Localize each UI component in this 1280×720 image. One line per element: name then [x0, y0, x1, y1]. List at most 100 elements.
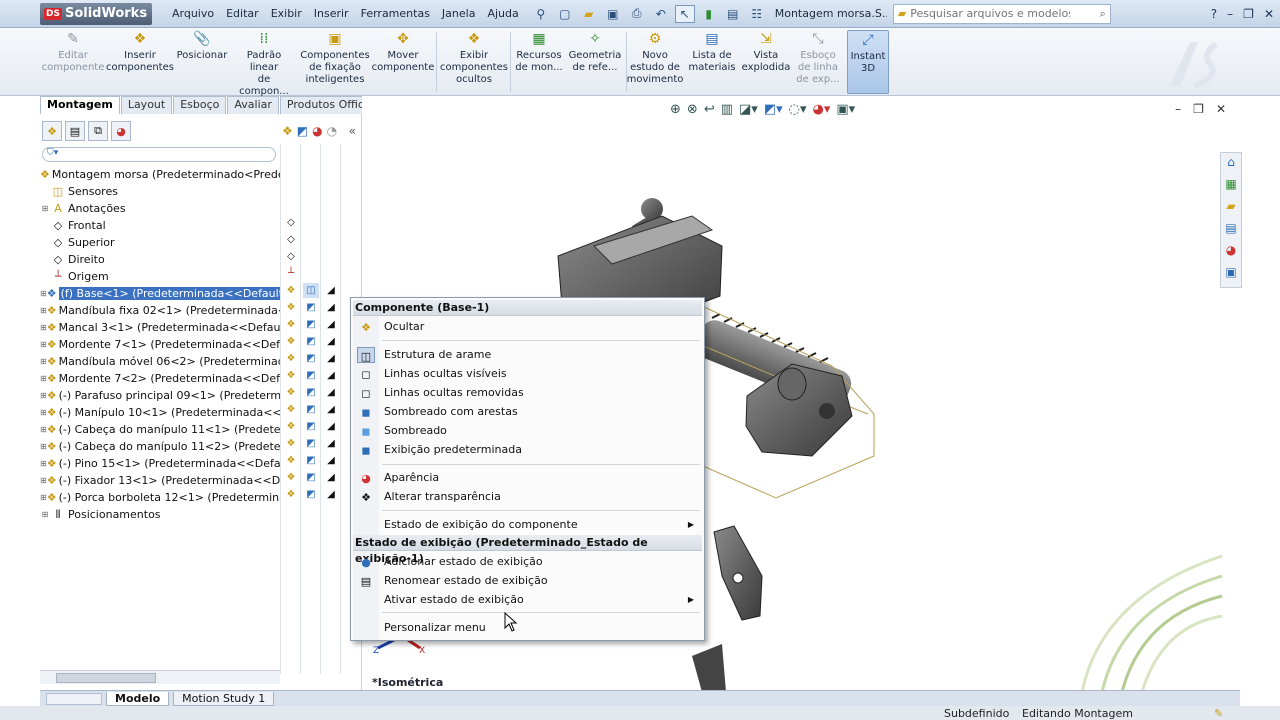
show-component-icon[interactable]: ❖	[283, 283, 299, 298]
tab-navigation-arrows[interactable]	[46, 692, 102, 705]
appearance-swatch-icon[interactable]: ◢	[323, 300, 339, 315]
shaded-mode-icon[interactable]: ◩	[303, 402, 319, 417]
expand-icon[interactable]: ⊞	[40, 204, 50, 213]
view-palette-icon[interactable]: ▤	[1221, 221, 1241, 241]
tab-modelo[interactable]: Modelo	[106, 691, 170, 706]
appearance-swatch-icon[interactable]: ◢	[323, 487, 339, 502]
menu-item-wireframe[interactable]: ◫ Estrutura de arame	[353, 346, 702, 364]
show-component-icon[interactable]: ❖	[283, 470, 299, 485]
appearance-swatch-icon[interactable]: ◢	[323, 453, 339, 468]
menu-janela[interactable]: Janela	[436, 7, 482, 20]
shaded-mode-icon[interactable]: ◩	[303, 453, 319, 468]
shaded-mode-icon[interactable]: ◩	[303, 300, 319, 315]
menu-item-activate-display-state[interactable]: Ativar estado de exibição ▶	[353, 591, 702, 609]
reference-geometry-button[interactable]: ✧ Geometria de refe...	[568, 30, 622, 94]
tree-item-component[interactable]: ⊞ ❖ Mordente 7<1> (Predeterminada<<Defa	[40, 336, 280, 353]
smart-fasteners-button[interactable]: ▣ Componentes de fixação inteligentes	[300, 30, 370, 94]
menu-item-default-display[interactable]: ◼ Exibição predeterminada	[353, 441, 702, 459]
show-component-icon[interactable]: ❖	[283, 385, 299, 400]
close-icon[interactable]: ✕	[1264, 7, 1274, 21]
assembly-features-button[interactable]: ▦ Recursos de mon...	[512, 30, 566, 94]
expand-icon[interactable]: ⊞	[40, 408, 47, 417]
custom-properties-icon[interactable]: ▣	[1221, 265, 1241, 285]
expand-icon[interactable]: ⊞	[40, 510, 50, 519]
search-icon[interactable]: ⌕	[1100, 7, 1106, 21]
tree-item-posicionamentos[interactable]: ⊞ ⫴ Posicionamentos	[40, 506, 280, 523]
appearances-icon[interactable]: ◕	[1221, 243, 1241, 263]
menu-item-component-display-state[interactable]: Estado de exibição do componente ▶	[353, 516, 702, 534]
tree-item-component[interactable]: ⊞ ❖ (-) Porca borboleta 12<1> (Predetermin…	[40, 489, 280, 506]
explode-line-sketch-button[interactable]: ⤡ Esboço de linha de exp...	[794, 30, 842, 94]
appearance-swatch-icon[interactable]: ◢	[323, 334, 339, 349]
shaded-mode-icon[interactable]: ◩	[303, 487, 319, 502]
new-document-icon[interactable]: ▢	[555, 5, 575, 23]
new-motion-study-button[interactable]: ⚙ Novo estudo de movimento	[627, 30, 684, 94]
property-manager-tab-icon[interactable]: ▤	[65, 121, 85, 141]
feature-tree-tab-icon[interactable]: ❖	[42, 121, 62, 141]
home-icon[interactable]: ⌂	[1221, 155, 1241, 175]
tab-esboco[interactable]: Esboço	[173, 96, 227, 114]
tree-item-component[interactable]: ⊞ ❖ Mandíbula fixa 02<1> (Predeterminada<	[40, 302, 280, 319]
show-component-icon[interactable]: ❖	[283, 419, 299, 434]
show-component-icon[interactable]: ❖	[283, 300, 299, 315]
tree-item-sensores[interactable]: ◫ Sensores	[40, 183, 280, 200]
design-library-icon[interactable]: ▦	[1221, 177, 1241, 197]
appearance-swatch-icon[interactable]: ◢	[323, 368, 339, 383]
select-pointer-icon[interactable]: ↖	[674, 4, 695, 23]
menu-item-shaded-with-edges[interactable]: ◼ Sombreado com arestas	[353, 403, 702, 421]
expand-icon[interactable]: ⊞	[40, 476, 47, 485]
undo-icon[interactable]: ↶	[651, 5, 671, 23]
shaded-mode-icon[interactable]: ◩	[303, 317, 319, 332]
show-component-icon[interactable]: ❖	[283, 402, 299, 417]
move-component-button[interactable]: ✥ Mover componente	[372, 30, 435, 94]
appearance-swatch-icon[interactable]: ◢	[323, 385, 339, 400]
appearance-swatch-icon[interactable]: ◢	[323, 402, 339, 417]
appearance-column-icon[interactable]: ◕	[312, 124, 322, 138]
tree-root[interactable]: ❖ Montagem morsa (Predeterminado<Predet	[40, 166, 280, 183]
configuration-manager-tab-icon[interactable]: ⧉	[88, 121, 108, 141]
expand-icon[interactable]: ⊞	[40, 442, 47, 451]
menu-item-hidden-lines-visible[interactable]: ◻ Linhas ocultas visíveis	[353, 365, 702, 383]
tree-item-component[interactable]: ⊞ ❖ (-) Pino 15<1> (Predeterminada<<Defau	[40, 455, 280, 472]
display-mode-column-icon[interactable]: ◩	[297, 124, 308, 138]
appearance-swatch-icon[interactable]: ◢	[323, 351, 339, 366]
solidworks-logo[interactable]: DS SolidWorks	[40, 2, 152, 25]
linear-pattern-button[interactable]: ⁞⁞ Padrão linear de compon...	[232, 30, 296, 97]
show-component-icon[interactable]: ❖	[283, 436, 299, 451]
appearance-swatch-icon[interactable]: ◢	[323, 436, 339, 451]
tree-filter-input[interactable]: ⛉▾	[42, 147, 276, 162]
tree-item-superior[interactable]: ◇ Superior	[40, 234, 280, 251]
insert-components-button[interactable]: ❖ Inserir componentes	[106, 30, 174, 94]
tab-motion-study[interactable]: Motion Study 1	[173, 691, 275, 706]
file-explorer-icon[interactable]: ▰	[1221, 199, 1241, 219]
tab-avaliar[interactable]: Avaliar	[227, 96, 279, 114]
show-component-icon[interactable]: ❖	[283, 453, 299, 468]
menu-item-shaded[interactable]: ◼ Sombreado	[353, 422, 702, 440]
appearance-swatch-icon[interactable]: ◢	[323, 419, 339, 434]
shaded-mode-icon[interactable]: ◩	[303, 368, 319, 383]
shaded-mode-icon[interactable]: ◩	[303, 385, 319, 400]
search-box[interactable]: ▰ ⌕	[892, 3, 1111, 24]
pin-icon[interactable]: ⚲	[531, 5, 551, 23]
wireframe-mode-icon[interactable]: ◫	[303, 283, 319, 298]
expand-icon[interactable]: ⊞	[40, 340, 47, 349]
menu-item-change-transparency[interactable]: ❖ Alterar transparência	[353, 488, 702, 506]
show-component-icon[interactable]: ❖	[283, 317, 299, 332]
tree-item-origem[interactable]: ┴ Origem	[40, 268, 280, 285]
appearance-swatch-icon[interactable]: ◢	[323, 317, 339, 332]
menu-inserir[interactable]: Inserir	[308, 7, 355, 20]
expand-icon[interactable]: ⊞	[40, 391, 47, 400]
minimize-icon[interactable]: –	[1227, 7, 1233, 21]
transparency-column-icon[interactable]: ◔	[327, 124, 337, 138]
shaded-mode-icon[interactable]: ◩	[303, 351, 319, 366]
tree-item-component[interactable]: ⊞ ❖ (-) Cabeça do manípulo 11<2> (Predeter	[40, 438, 280, 455]
instant-3d-button[interactable]: ⤢ Instant 3D	[847, 30, 889, 94]
help-icon[interactable]: ?	[1211, 7, 1217, 21]
tree-item-component[interactable]: ⊞ ❖ Mordente 7<2> (Predeterminada<<Defa	[40, 370, 280, 387]
tree-item-component[interactable]: ⊞ ❖ Mandíbula móvel 06<2> (Predeterminad	[40, 353, 280, 370]
tree-item-anotacoes[interactable]: ⊞ A Anotações	[40, 200, 280, 217]
tree-item-component[interactable]: ⊞ ❖ (-) Cabeça do manípulo 11<1> (Predeter	[40, 421, 280, 438]
expand-icon[interactable]: ⊞	[40, 289, 47, 298]
menu-item-hide[interactable]: ❖ Ocultar	[353, 318, 702, 336]
tree-item-direito[interactable]: ◇ Direito	[40, 251, 280, 268]
